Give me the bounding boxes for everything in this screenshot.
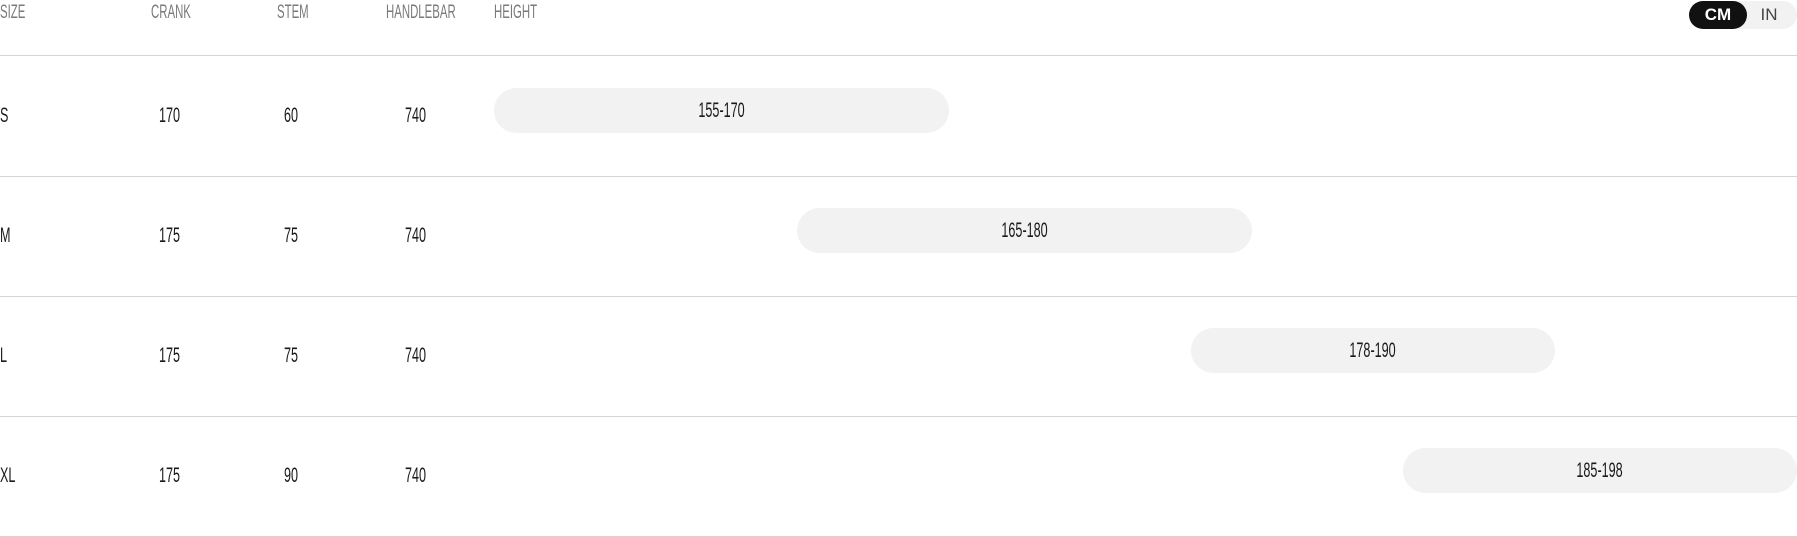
- stem-cell: 75: [284, 340, 307, 372]
- height-range-label: 185-198: [1576, 458, 1624, 482]
- size-table-header: SIZE CRANK STEM HANDLEBAR HEIGHT CM IN: [0, 0, 1797, 56]
- size-value: M: [0, 224, 11, 247]
- size-cell: L: [0, 340, 12, 372]
- height-range-pill: 165-180: [797, 208, 1252, 253]
- height-range-label: 155-170: [698, 98, 745, 122]
- crank-value: 170: [159, 104, 181, 127]
- height-range-label: 165-180: [1001, 218, 1048, 242]
- table-row: L 175 75 740 178-190: [0, 296, 1797, 417]
- column-header-height-label: HEIGHT: [494, 2, 538, 23]
- handlebar-cell: 740: [405, 100, 440, 132]
- stem-value: 75: [284, 344, 299, 367]
- crank-value: 175: [159, 344, 181, 367]
- column-header-stem: STEM: [277, 2, 330, 24]
- height-range-pill: 185-198: [1403, 448, 1797, 493]
- column-header-stem-label: STEM: [277, 2, 309, 23]
- unit-toggle[interactable]: CM IN: [1689, 1, 1797, 29]
- handlebar-cell: 740: [405, 220, 440, 252]
- handlebar-cell: 740: [405, 340, 440, 372]
- stem-cell: 90: [284, 460, 307, 492]
- column-header-size: SIZE: [0, 2, 42, 24]
- crank-cell: 175: [159, 460, 194, 492]
- height-range-label: 178-190: [1349, 338, 1396, 362]
- stem-value: 90: [284, 464, 299, 487]
- crank-cell: 170: [159, 100, 194, 132]
- size-value: L: [0, 344, 8, 367]
- handlebar-cell: 740: [405, 460, 440, 492]
- handlebar-value: 740: [405, 344, 427, 367]
- column-header-height: HEIGHT: [494, 2, 566, 24]
- height-range-pill: 155-170: [494, 88, 949, 133]
- crank-value: 175: [159, 224, 181, 247]
- size-value: XL: [0, 464, 16, 487]
- handlebar-value: 740: [405, 104, 427, 127]
- stem-cell: 75: [284, 220, 307, 252]
- size-value: S: [0, 104, 9, 127]
- size-cell: S: [0, 100, 14, 132]
- table-row: S 170 60 740 155-170: [0, 56, 1797, 177]
- handlebar-value: 740: [405, 224, 427, 247]
- crank-value: 175: [159, 464, 181, 487]
- table-row: XL 175 90 740 185-198: [0, 416, 1797, 537]
- column-header-crank: CRANK: [151, 2, 218, 24]
- stem-value: 60: [284, 104, 299, 127]
- crank-cell: 175: [159, 340, 194, 372]
- stem-cell: 60: [284, 100, 307, 132]
- size-cell: XL: [0, 460, 26, 492]
- column-header-handlebar: HANDLEBAR: [386, 2, 502, 24]
- crank-cell: 175: [159, 220, 194, 252]
- unit-option-cm[interactable]: CM: [1689, 1, 1747, 29]
- stem-value: 75: [284, 224, 299, 247]
- unit-option-in[interactable]: IN: [1747, 1, 1791, 29]
- size-cell: M: [0, 220, 18, 252]
- column-header-crank-label: CRANK: [151, 2, 191, 23]
- height-range-pill: 178-190: [1190, 328, 1555, 373]
- column-header-size-label: SIZE: [0, 2, 26, 23]
- table-row: M 175 75 740 165-180: [0, 176, 1797, 297]
- column-header-handlebar-label: HANDLEBAR: [386, 2, 456, 23]
- handlebar-value: 740: [405, 464, 427, 487]
